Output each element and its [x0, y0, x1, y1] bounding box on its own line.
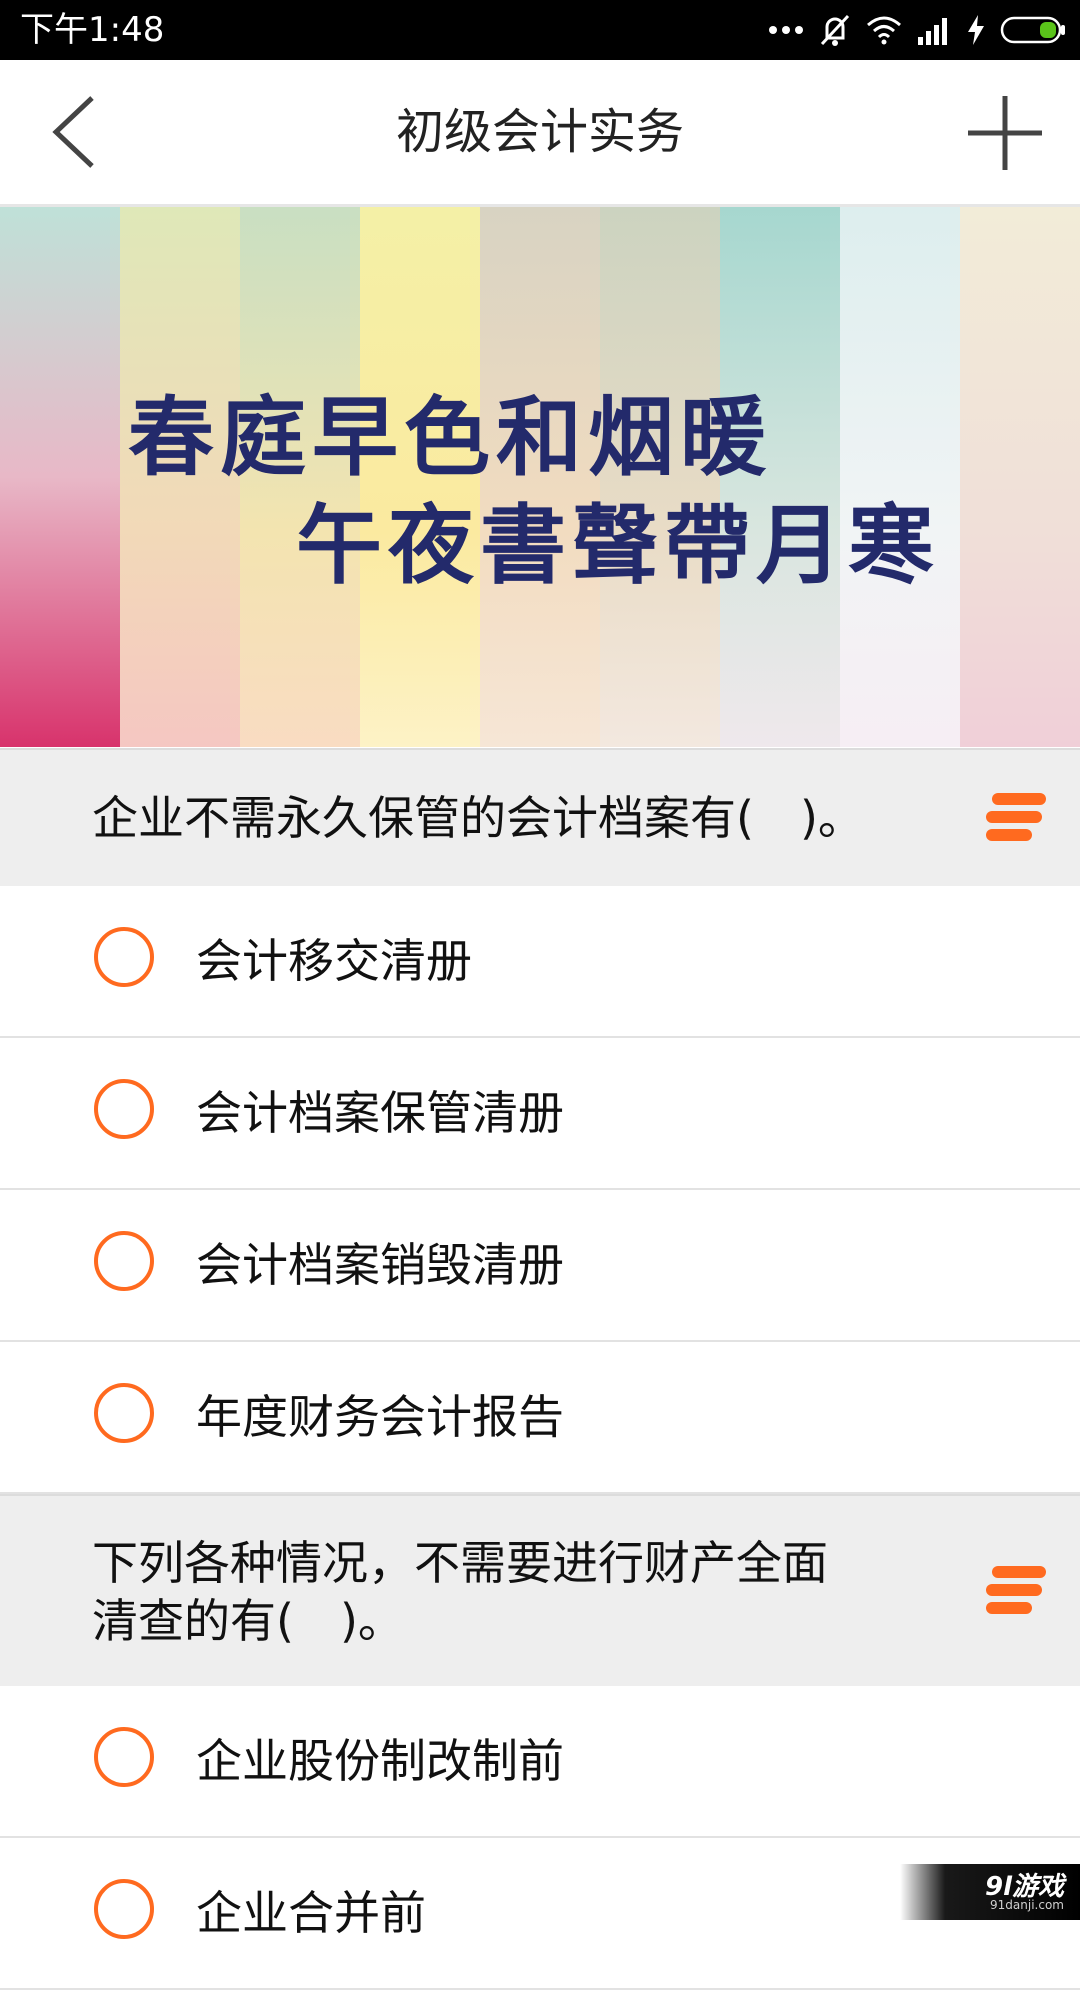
question-text-line2: 清查的有( )。 — [92, 1594, 404, 1648]
radio-button[interactable] — [94, 1231, 154, 1291]
option-label: 会计移交清册 — [196, 934, 472, 988]
option-label: 会计档案销毁清册 — [196, 1238, 564, 1292]
banner-image: 春庭早色和烟暖 午夜書聲帶月寒 — [0, 207, 1080, 747]
banner-poem-line1: 春庭早色和烟暖 — [128, 387, 772, 488]
signal-icon — [916, 15, 952, 45]
battery-icon — [1000, 15, 1066, 45]
status-time: 下午1:48 — [20, 10, 165, 50]
status-icons — [768, 0, 1066, 60]
question-text: 企业不需永久保管的会计档案有( )。 — [92, 791, 864, 845]
question-menu-button[interactable] — [986, 789, 1050, 847]
watermark-logo: 9l游戏 91danji.com — [900, 1864, 1080, 1920]
question-menu-button[interactable] — [986, 1562, 1050, 1620]
toolbar: 初级会计实务 — [0, 60, 1080, 207]
option-item[interactable]: 会计档案保管清册 — [0, 1038, 1080, 1190]
banner-poem-line2: 午夜書聲帶月寒 — [296, 495, 940, 596]
question-text-line1: 下列各种情况，不需要进行财产全面 — [92, 1536, 828, 1590]
option-label: 企业合并前 — [196, 1886, 426, 1940]
more-dots-icon — [768, 24, 804, 36]
add-button[interactable] — [960, 88, 1050, 178]
question-header: 下列各种情况，不需要进行财产全面 清查的有( )。 — [0, 1494, 1080, 1688]
list-menu-icon — [986, 793, 1046, 841]
option-item[interactable]: 会计档案销毁清册 — [0, 1190, 1080, 1342]
list-menu-icon — [986, 1566, 1046, 1614]
radio-button[interactable] — [94, 927, 154, 987]
mute-bell-icon — [818, 12, 852, 48]
radio-button[interactable] — [94, 1727, 154, 1787]
watermark-site: 91danji.com — [990, 1898, 1064, 1912]
radio-button[interactable] — [94, 1383, 154, 1443]
option-item[interactable]: 会计移交清册 — [0, 886, 1080, 1038]
radio-button[interactable] — [94, 1879, 154, 1939]
status-bar: 下午1:48 — [0, 0, 1080, 60]
option-label: 企业股份制改制前 — [196, 1734, 564, 1788]
question-header: 企业不需永久保管的会计档案有( )。 — [0, 748, 1080, 888]
page-title: 初级会计实务 — [395, 104, 684, 160]
charging-bolt-icon — [966, 14, 986, 46]
option-label: 年度财务会计报告 — [196, 1390, 564, 1444]
option-item[interactable]: 企业股份制改制前 — [0, 1686, 1080, 1838]
plus-icon — [968, 96, 1042, 170]
radio-button[interactable] — [94, 1079, 154, 1139]
option-item[interactable]: 年度财务会计报告 — [0, 1342, 1080, 1494]
option-label: 会计档案保管清册 — [196, 1086, 564, 1140]
wifi-icon — [866, 15, 902, 45]
